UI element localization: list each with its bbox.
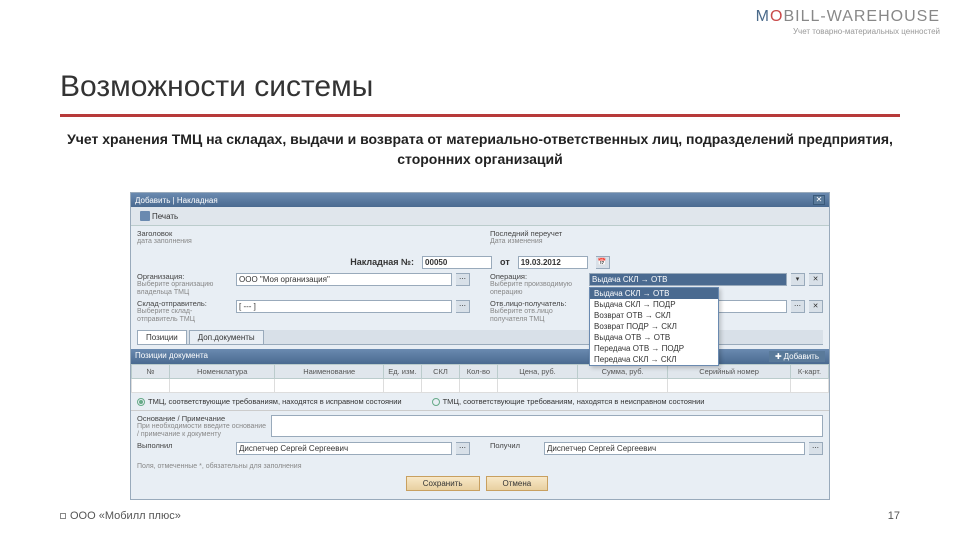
calendar-icon[interactable]: 📅 (596, 256, 610, 269)
page-subtitle: Учет хранения ТМЦ на складах, выдачи и в… (60, 130, 900, 169)
page-number: 17 (888, 510, 900, 522)
tab-positions[interactable]: Позиции (137, 330, 187, 344)
dropdown-option[interactable]: Передача СКЛ → СКЛ (590, 354, 718, 365)
lookup-icon[interactable]: ⋯ (809, 442, 823, 455)
tab-additional[interactable]: Доп.документы (189, 330, 264, 344)
brand-logo: MOBILL-WAREHOUSE Учет товарно-материальн… (756, 8, 940, 36)
docnum-label: Накладная №: (350, 257, 414, 267)
positions-title: Позиции документа (135, 351, 208, 362)
print-button[interactable]: Печать (135, 209, 183, 223)
docdate-input[interactable]: 19.03.2012 (518, 256, 588, 269)
dropdown-option[interactable]: Передача ОТВ → ПОДР (590, 343, 718, 354)
lookup-icon[interactable]: ⋯ (791, 300, 805, 313)
app-window: Добавить | Накладная ✕ Печать Заголовокд… (130, 192, 830, 500)
radio-working[interactable]: ТМЦ, соответствующие требованиям, находя… (137, 397, 402, 406)
print-icon (140, 211, 150, 221)
window-title: Добавить | Накладная (135, 196, 218, 205)
operation-dropdown[interactable]: Выдача СКЛ → ОТВ Выдача СКЛ → ПОДР Возвр… (589, 287, 719, 366)
performer-input[interactable]: Диспетчер Сергей Сергеевич (236, 442, 452, 455)
operation-select[interactable]: Выдача СКЛ → ОТВ (589, 273, 787, 286)
close-icon[interactable]: ✕ (813, 195, 825, 205)
dropdown-option[interactable]: Выдача СКЛ → ПОДР (590, 299, 718, 310)
dropdown-option[interactable]: Выдача СКЛ → ОТВ (590, 288, 718, 299)
clear-icon[interactable]: ✕ (809, 300, 823, 313)
warehouse-input[interactable]: [ --- ] (236, 300, 452, 313)
chevron-down-icon[interactable]: ▾ (791, 273, 805, 286)
cancel-button[interactable]: Отмена (486, 476, 549, 491)
save-button[interactable]: Сохранить (406, 476, 480, 491)
required-note: Поля, отмеченные *, обязательны для запо… (137, 461, 823, 472)
lookup-icon[interactable]: ⋯ (456, 273, 470, 286)
add-position-button[interactable]: ✚ Добавить (769, 351, 825, 362)
clear-icon[interactable]: ✕ (809, 273, 823, 286)
note-textarea[interactable] (271, 415, 823, 437)
dropdown-option[interactable]: Выдача ОТВ → ОТВ (590, 332, 718, 343)
table-row[interactable] (132, 379, 829, 393)
dropdown-option[interactable]: Возврат ПОДР → СКЛ (590, 321, 718, 332)
page-title: Возможности системы (60, 70, 900, 110)
org-input[interactable]: ООО "Моя организация" (236, 273, 452, 286)
docnum-input[interactable]: 00050 (422, 256, 492, 269)
radio-broken[interactable]: ТМЦ, соответствующие требованиям, находя… (432, 397, 705, 406)
lookup-icon[interactable]: ⋯ (456, 442, 470, 455)
positions-table: № Номенклатура Наименование Ед. изм. СКЛ… (131, 364, 829, 393)
lookup-icon[interactable]: ⋯ (456, 300, 470, 313)
dropdown-option[interactable]: Возврат ОТВ → СКЛ (590, 310, 718, 321)
footer-company: ООО «Мобилл плюс» (60, 510, 181, 522)
receiver2-input[interactable]: Диспетчер Сергей Сергеевич (544, 442, 805, 455)
